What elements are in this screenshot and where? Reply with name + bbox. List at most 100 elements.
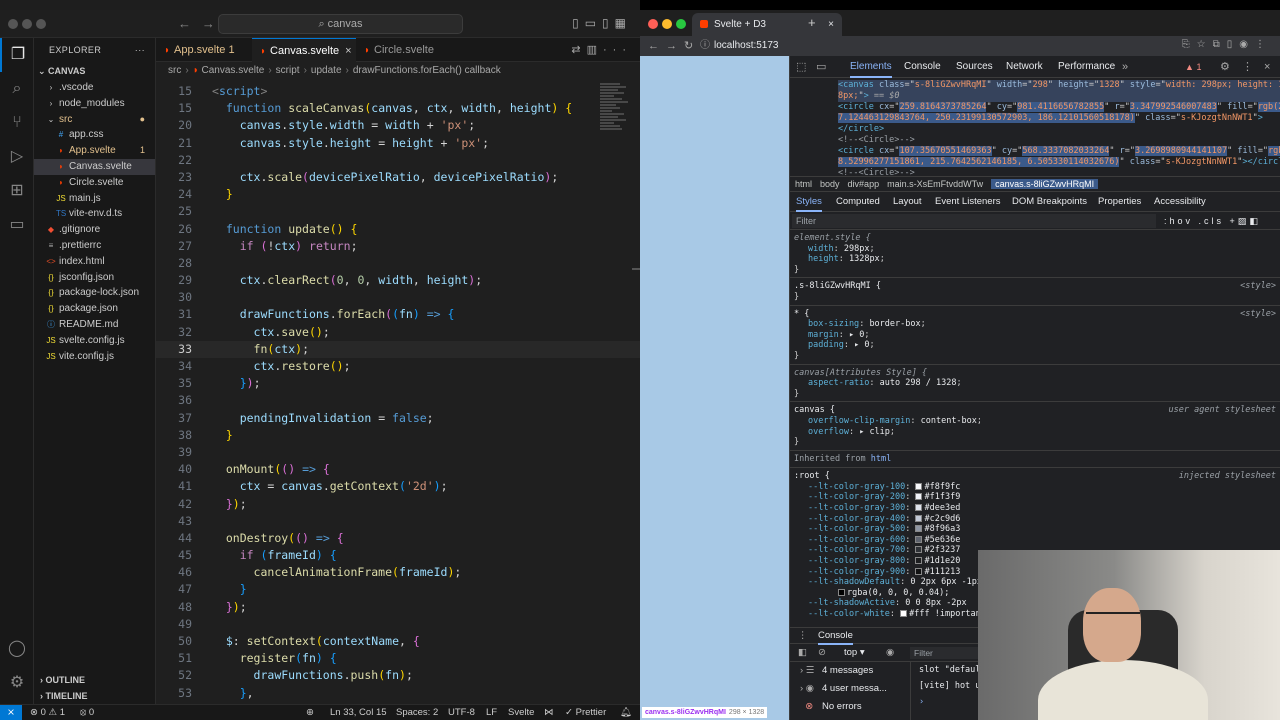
live-expression-icon[interactable]: ◉ [886, 644, 894, 662]
dom-node[interactable]: <canvas class="s-8liGZwvHRqMI" width="29… [838, 80, 1280, 91]
cursor-position[interactable]: Ln 33, Col 15 [330, 705, 387, 720]
dom-node[interactable]: <!--<Circle>--> [838, 168, 1280, 176]
paint-icon[interactable]: ▨ [1238, 216, 1250, 226]
code-line[interactable]: 15 <script> [156, 83, 640, 100]
color-swatch-icon[interactable] [900, 610, 908, 617]
tree-item[interactable]: ◗ Canvas.svelte [34, 158, 155, 175]
code-line[interactable]: 26 function update() { [156, 221, 640, 238]
css-variable[interactable]: --lt-color-gray-100: #f8f9fc [794, 482, 1276, 493]
translate-icon[interactable]: ⎘ [1182, 39, 1197, 50]
css-declaration[interactable]: height: 1328px; [794, 254, 1276, 265]
code-line[interactable]: 21 canvas.style.height = height + 'px'; [156, 135, 640, 152]
drawer-tab-console[interactable]: Console [818, 628, 853, 645]
breadcrumb-item[interactable]: Canvas.svelte [202, 65, 265, 76]
code-line[interactable]: 25 [156, 203, 640, 220]
drawer-menu-icon[interactable]: ⋮ [798, 628, 808, 643]
breadcrumb-item[interactable]: drawFunctions.forEach() callback [353, 65, 501, 76]
files-icon[interactable]: ❐ [0, 38, 34, 72]
split-editor-icon[interactable]: ▥ [587, 44, 603, 56]
close-window-button[interactable] [8, 19, 18, 29]
rule-source[interactable]: <style> [1240, 309, 1276, 320]
tab-styles[interactable]: Styles [796, 192, 822, 212]
site-info-icon[interactable]: ⓘ [700, 40, 710, 51]
tree-item[interactable]: › .vscode [34, 80, 155, 96]
dom-node[interactable]: <circle cx="107.35670551469363" cy="568.… [838, 146, 1280, 157]
code-line[interactable]: 34 ctx.restore(); [156, 358, 640, 375]
css-rule[interactable]: canvas {user agent stylesheet overflow-cl… [790, 402, 1280, 451]
bookmark-star-icon[interactable]: ☆ [1197, 39, 1213, 50]
command-center-search[interactable]: ⌕ canvas [218, 14, 463, 34]
code-line[interactable]: 50 $: setContext(contextName, { [156, 633, 640, 650]
css-variable[interactable]: --lt-color-gray-200: #f1f3f9 [794, 492, 1276, 503]
tab-canvas-svelte[interactable]: ◗ Canvas.svelte × [252, 38, 356, 62]
close-icon[interactable]: × [1264, 56, 1270, 78]
code-line[interactable]: 42 }); [156, 496, 640, 513]
extensions-icon[interactable]: ⊞ [0, 174, 34, 208]
color-swatch-icon[interactable] [915, 567, 923, 575]
color-swatch-icon[interactable] [915, 546, 923, 554]
problems-indicator[interactable]: ⊗ 0 ⚠ 1 [30, 705, 65, 720]
code-line[interactable]: 48 }); [156, 599, 640, 616]
code-line[interactable]: 39 [156, 444, 640, 461]
tree-item[interactable]: JS svelte.config.js [34, 333, 155, 349]
code-line[interactable]: 44 onDestroy(() => { [156, 530, 640, 547]
breadcrumb-item[interactable]: update [311, 65, 342, 76]
gear-icon[interactable]: ⚙ [1220, 56, 1230, 78]
tree-item[interactable]: ⓘ README.md [34, 317, 155, 333]
dom-node[interactable]: <circle cx="259.8164373785264" cy="981.4… [838, 102, 1280, 113]
toggle-secondary-icon[interactable]: ▯ [602, 16, 615, 30]
inherited-element[interactable]: html [871, 454, 891, 464]
console-group-user[interactable]: › ◉ 4 user messa... [790, 680, 908, 698]
back-icon[interactable]: ← [648, 40, 666, 52]
tab-performance[interactable]: Performance [1058, 56, 1115, 78]
warnings-badge[interactable]: ▲ 1 [1185, 56, 1201, 78]
code-line[interactable]: 43 [156, 513, 640, 530]
browser-tab[interactable]: Svelte + D3 × [692, 13, 842, 36]
tab-circle-svelte[interactable]: ◗ Circle.svelte [356, 38, 452, 62]
css-declaration[interactable]: overflow: ▸ clip; [794, 427, 1276, 438]
remote-explorer-icon[interactable]: ▭ [0, 208, 34, 242]
run-debug-icon[interactable]: ▷ [0, 140, 34, 174]
more-tabs-icon[interactable]: » [1122, 56, 1128, 78]
color-swatch-icon[interactable] [915, 493, 923, 501]
tree-item[interactable]: TS vite-env.d.ts [34, 206, 155, 222]
line-ending[interactable]: LF [486, 705, 497, 720]
code-line[interactable]: 40 onMount(() => { [156, 461, 640, 478]
code-line[interactable]: 27 if (!ctx) return; [156, 238, 640, 255]
tree-item[interactable]: <> index.html [34, 254, 155, 270]
tab-console[interactable]: Console [904, 56, 941, 78]
tab-layout[interactable]: Layout [893, 192, 922, 212]
open-changes-icon[interactable]: ⇄ [571, 44, 586, 56]
css-declaration[interactable]: overflow-clip-margin: content-box; [794, 416, 1276, 427]
css-rule[interactable]: * {<style> box-sizing: border-box; margin:… [790, 306, 1280, 365]
code-line[interactable]: 47 } [156, 581, 640, 598]
css-rule[interactable]: .s-8liGZwvHRqMI {<style>} [790, 278, 1280, 306]
crumb-item-current[interactable]: canvas.s-8liGZwvHRqMI [991, 179, 1099, 189]
clear-console-icon[interactable]: ⊘ [818, 644, 826, 662]
css-rule[interactable]: element.style {width: 298px; height: 1328… [790, 230, 1280, 279]
menu-icon[interactable]: ⋮ [1255, 39, 1272, 50]
color-swatch-icon[interactable] [915, 514, 923, 522]
code-line[interactable]: 22 [156, 152, 640, 169]
code-line[interactable]: 46 cancelAnimationFrame(frameId); [156, 564, 640, 581]
profile-icon[interactable]: ◉ [1239, 39, 1255, 50]
inspect-element-icon[interactable]: ⬚ [796, 56, 806, 78]
notifications-icon[interactable]: 🔔︎ [620, 705, 632, 720]
tree-item[interactable]: ⌄ src ● [34, 112, 155, 128]
tree-item[interactable]: ◗ App.svelte 1 [34, 143, 155, 159]
tab-elements[interactable]: Elements [850, 56, 892, 78]
code-line[interactable]: 49 [156, 616, 640, 633]
sidebar-toggle-icon[interactable]: ◧ [798, 644, 807, 662]
crumb-item[interactable]: main.s-XsEmFtvddWTw [887, 179, 983, 189]
minimize-window-button[interactable] [22, 19, 32, 29]
code-line[interactable]: 52 drawFunctions.push(fn); [156, 667, 640, 684]
breadcrumb-item[interactable]: src [168, 65, 181, 76]
color-swatch-icon[interactable] [838, 588, 845, 596]
tree-item[interactable]: {} jsconfig.json [34, 270, 155, 286]
styles-filter-input[interactable]: Filter [792, 214, 1156, 228]
css-rule[interactable]: canvas[Attributes Style] {aspect-ratio: … [790, 365, 1280, 403]
language-mode[interactable]: Svelte [508, 705, 534, 720]
hov-cls-toggles[interactable]: :hov .cls [1164, 216, 1224, 226]
back-arrow-icon[interactable]: ← [178, 16, 191, 31]
console-group-errors[interactable]: ⊗ No errors [790, 698, 908, 716]
